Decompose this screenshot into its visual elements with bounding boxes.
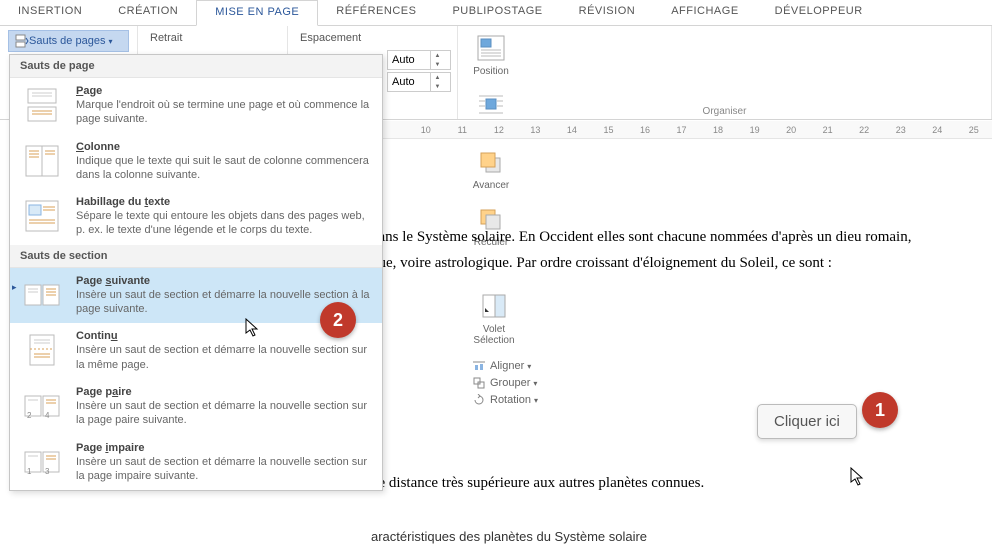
dropdown-item-desc: Insère un saut de section et démarre la …: [76, 455, 372, 484]
ruler-mark: 11: [444, 125, 481, 135]
ruler-mark: 13: [517, 125, 554, 135]
dropdown-item-title: Page: [76, 85, 372, 97]
svg-text:1: 1: [27, 467, 32, 476]
position-button[interactable]: Position: [466, 30, 516, 79]
tab-d-veloppeur[interactable]: DÉVELOPPEUR: [757, 0, 881, 25]
spin-down-icon[interactable]: ▼: [431, 82, 444, 91]
ruler-mark: 12: [481, 125, 518, 135]
ruler-mark: 23: [882, 125, 919, 135]
chevron-down-icon: ▾: [108, 37, 112, 46]
break-type-icon: [20, 85, 64, 125]
ruler-mark: 19: [736, 125, 773, 135]
ruler-mark: 17: [663, 125, 700, 135]
indent-label: Retrait: [144, 28, 281, 48]
page-breaks-dropdown: Sauts de page PageMarque l'endroit où se…: [9, 54, 383, 491]
ruler-mark: 25: [956, 125, 992, 135]
break-type-icon: 24: [20, 386, 64, 426]
spacing-after-input[interactable]: [388, 76, 430, 88]
ruler-mark: 24: [919, 125, 956, 135]
ruler-mark: 20: [773, 125, 810, 135]
ruler-mark: 16: [627, 125, 664, 135]
horizontal-ruler[interactable]: 10111213141516171819202122232425: [371, 121, 992, 139]
organiser-group-label: Organiser: [458, 106, 991, 117]
spin-up-icon[interactable]: ▲: [431, 73, 444, 82]
page-breaks-dropdown-button[interactable]: Sauts de pages ▾: [8, 30, 129, 52]
tab-r-f-rences[interactable]: RÉFÉRENCES: [318, 0, 434, 25]
cursor-icon: [245, 318, 261, 343]
break-type-icon: 13: [20, 442, 64, 482]
step-badge-2: 2: [320, 302, 356, 338]
position-icon: [475, 32, 507, 64]
doc-line: que, voire astrologique. Par ordre crois…: [371, 253, 982, 275]
dropdown-item-title: Habillage du texte: [76, 196, 372, 208]
tab-r-vision[interactable]: RÉVISION: [561, 0, 654, 25]
dropdown-item-desc: Insère un saut de section et démarre la …: [76, 399, 372, 428]
ruler-mark: 15: [590, 125, 627, 135]
dropdown-section-header: Sauts de page: [10, 55, 382, 78]
dropdown-item-desc: Insère un saut de section et démarre la …: [76, 343, 372, 372]
dropdown-item-page-impaire[interactable]: 13Page impaireInsère un saut de section …: [10, 435, 382, 491]
tab-affichage[interactable]: AFFICHAGE: [653, 0, 756, 25]
ruler-mark: 14: [554, 125, 591, 135]
svg-text:2: 2: [27, 411, 32, 420]
ribbon-tabs: INSERTIONCRÉATIONMISE EN PAGERÉFÉRENCESP…: [0, 0, 992, 26]
dropdown-item-page[interactable]: PageMarque l'endroit où se termine une p…: [10, 78, 382, 134]
dropdown-item-desc: Sépare le texte qui entoure les objets d…: [76, 209, 372, 238]
document-body[interactable]: dans le Système solaire. En Occident ell…: [371, 145, 982, 551]
step-badge-1: 1: [862, 392, 898, 428]
cursor-icon: [850, 467, 866, 492]
doc-line: dans le Système solaire. En Occident ell…: [371, 227, 982, 249]
spacing-after-spinbox[interactable]: ▲▼: [387, 72, 451, 92]
dropdown-item-title: Page impaire: [76, 442, 372, 454]
dropdown-item-desc: Marque l'endroit où se termine une page …: [76, 98, 372, 127]
svg-text:3: 3: [45, 467, 50, 476]
instruction-tooltip: Cliquer ici: [757, 404, 857, 439]
break-type-icon: [20, 275, 64, 315]
spin-up-icon[interactable]: ▲: [431, 51, 444, 60]
dropdown-section-header: Sauts de section: [10, 245, 382, 268]
dropdown-item-title: Page suivante: [76, 275, 372, 287]
ruler-mark: 10: [408, 125, 445, 135]
dropdown-item-title: Page paire: [76, 386, 372, 398]
ruler-mark: 22: [846, 125, 883, 135]
page-break-icon: [15, 34, 29, 48]
break-type-icon: [20, 196, 64, 236]
spacing-before-input[interactable]: [388, 54, 430, 66]
svg-text:4: 4: [45, 411, 50, 420]
doc-caption: aractéristiques des planètes du Système …: [371, 528, 982, 547]
ruler-mark: 21: [809, 125, 846, 135]
dropdown-item-habillage-du-texte[interactable]: Habillage du texteSépare le texte qui en…: [10, 189, 382, 245]
dropdown-item-page-paire[interactable]: 24Page paireInsère un saut de section et…: [10, 379, 382, 435]
tab-publipostage[interactable]: PUBLIPOSTAGE: [434, 0, 560, 25]
tab-cr-ation[interactable]: CRÉATION: [100, 0, 196, 25]
spacing-label: Espacement: [294, 28, 367, 48]
tab-insertion[interactable]: INSERTION: [0, 0, 100, 25]
page-breaks-label: Sauts de pages: [29, 35, 105, 47]
tab-mise-en-page[interactable]: MISE EN PAGE: [196, 0, 318, 26]
dropdown-item-desc: Indique que le texte qui suit le saut de…: [76, 154, 372, 183]
ruler-mark: 18: [700, 125, 737, 135]
break-type-icon: [20, 141, 64, 181]
break-type-icon: [20, 330, 64, 370]
dropdown-item-title: Colonne: [76, 141, 372, 153]
doc-line: ne distance très supérieure aux autres p…: [371, 473, 982, 495]
dropdown-item-colonne[interactable]: ColonneIndique que le texte qui suit le …: [10, 134, 382, 190]
spacing-before-spinbox[interactable]: ▲▼: [387, 50, 451, 70]
spin-down-icon[interactable]: ▼: [431, 60, 444, 69]
